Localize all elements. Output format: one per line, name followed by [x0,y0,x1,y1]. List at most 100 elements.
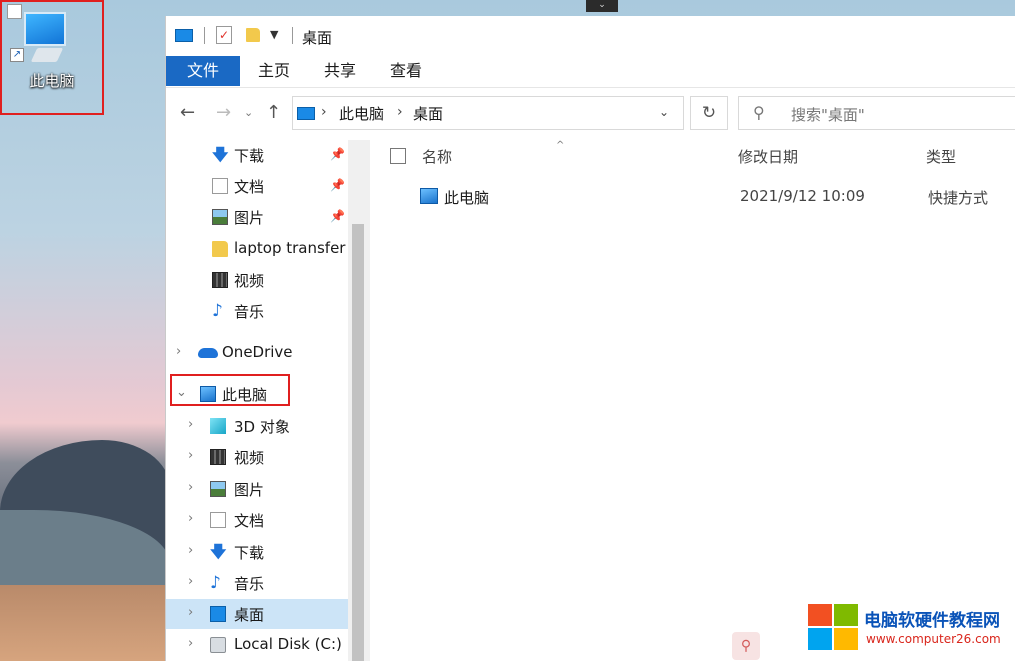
nav-item-videos[interactable]: 视频 [166,265,348,295]
nav-item-downloads-pc[interactable]: › 🡇 下载 [166,537,348,567]
back-arrow-icon[interactable]: ← [180,102,195,123]
nav-item-label: 音乐 [234,303,265,321]
music-icon: ♪ [212,301,223,321]
title-bar: ✓ ▼ 桌面 [166,16,1015,56]
pin-icon[interactable]: 📌 [330,209,345,223]
nav-item-3d-objects[interactable]: › 3D 对象 [166,411,348,441]
3d-objects-icon [210,418,226,434]
window-title: 桌面 [302,29,333,47]
tab-file[interactable]: 文件 [166,56,240,86]
column-header-type[interactable]: 类型 [926,146,956,167]
disk-icon [210,637,226,653]
nav-item-pictures-pc[interactable]: › 图片 [166,474,348,504]
column-header-name[interactable]: 名称 [422,146,452,167]
chevron-right-icon[interactable]: › [188,511,193,526]
address-input[interactable]: › 此电脑 › 桌面 ⌄ [292,96,684,130]
window-monitor-icon [175,29,193,42]
up-arrow-icon[interactable]: ↑ [266,102,281,123]
forward-arrow-icon[interactable]: → [216,102,231,123]
search-icon: ⚲ [753,103,765,122]
nav-item-onedrive[interactable]: › OneDrive [166,338,348,368]
nav-item-label: 下载 [234,147,265,165]
breadcrumb-desktop[interactable]: 桌面 [413,103,443,124]
refresh-button[interactable]: ↻ [690,96,728,130]
desktop-field [0,585,170,661]
recent-locations-chevron-icon[interactable]: ⌄ [244,106,253,119]
nav-item-music-pc[interactable]: › ♪ 音乐 [166,568,348,598]
tab-home[interactable]: 主页 [244,56,304,86]
watermark: 电脑软硬件教程网 www.computer26.com [808,600,1013,655]
sort-up-icon: ^ [556,140,565,151]
nav-item-laptop-transfer[interactable]: laptop transfer [166,234,348,264]
tab-view[interactable]: 查看 [376,56,436,86]
nav-scrollbar-thumb[interactable] [352,224,364,661]
nav-item-label: 文档 [234,178,265,196]
pictures-icon [210,481,226,497]
nav-item-videos-pc[interactable]: › 视频 [166,442,348,472]
chevron-down-icon[interactable]: ⌄ [586,0,618,12]
nav-item-music[interactable]: ♪ 音乐 [166,296,348,326]
chevron-right-icon[interactable]: › [188,543,193,558]
search-input[interactable]: ⚲ 搜索"桌面" [738,96,1015,130]
tab-share[interactable]: 共享 [310,56,370,86]
table-row[interactable]: 此电脑 2021/9/12 10:09 快捷方式 [410,182,1015,212]
chevron-right-icon[interactable]: › [188,605,193,620]
select-all-checkbox[interactable] [390,148,406,164]
watermark-url: www.computer26.com [866,632,1001,646]
nav-item-label: OneDrive [222,343,293,361]
chevron-right-icon[interactable]: › [176,344,181,359]
nav-item-local-disk[interactable]: › Local Disk (C:) [166,630,348,660]
search-placeholder: 搜索"桌面" [791,106,865,124]
desktop-this-pc-shortcut[interactable]: ↗ 此电脑 [0,0,104,115]
selection-checkbox[interactable] [7,4,22,19]
nav-item-label: 视频 [234,272,265,290]
video-icon [212,272,228,288]
nav-item-downloads[interactable]: 🡇 下载 📌 [166,140,348,170]
chevron-right-icon[interactable]: › [188,448,193,463]
onedrive-cloud-icon [198,348,218,358]
nav-item-desktop[interactable]: › 桌面 [166,599,348,629]
file-list: ^ 名称 修改日期 类型 此电脑 2021/9/12 10:09 快捷方式 [370,140,1015,661]
shortcut-arrow-icon: ↗ [10,48,24,62]
breadcrumb-this-pc[interactable]: 此电脑 [339,103,384,124]
chevron-right-icon[interactable]: › [188,417,193,432]
desktop-icon-label: 此电脑 [29,72,75,90]
chevron-right-icon[interactable]: › [397,104,403,120]
nav-item-label: Local Disk (C:) [234,635,342,653]
this-pc-shortcut-icon [420,188,438,204]
nav-item-label: laptop transfer [234,239,346,257]
nav-item-label: 视频 [234,449,265,467]
document-icon [210,512,226,528]
column-header-date[interactable]: 修改日期 [738,146,798,167]
address-monitor-icon [297,107,315,120]
new-folder-icon[interactable] [246,28,260,42]
nav-item-label: 下载 [234,544,265,562]
pin-icon[interactable]: 📌 [330,147,345,161]
nav-item-label: 3D 对象 [234,418,290,436]
chevron-right-icon[interactable]: › [321,104,327,120]
folder-icon [212,241,228,257]
properties-icon[interactable]: ✓ [216,26,232,44]
file-explorer-window: ✓ ▼ 桌面 文件 主页 共享 查看 ← → ⌄ ↑ › 此电脑 › 桌面 ⌄ … [165,16,1015,661]
quick-access-dropdown-icon[interactable]: ▼ [270,28,278,41]
nav-item-documents[interactable]: 文档 📌 [166,171,348,201]
red-highlight-annotation [170,374,290,406]
windows-logo-icon [808,604,860,652]
search-float-icon[interactable]: ⚲ [732,632,760,660]
pin-icon[interactable]: 📌 [330,178,345,192]
address-dropdown-icon[interactable]: ⌄ [659,105,669,119]
chevron-right-icon[interactable]: › [188,636,193,651]
pictures-icon [212,209,228,225]
nav-item-documents-pc[interactable]: › 文档 [166,505,348,535]
nav-item-label: 文档 [234,512,265,530]
download-icon: 🡇 [212,145,229,164]
chevron-right-icon[interactable]: › [188,480,193,495]
address-bar: ← → ⌄ ↑ › 此电脑 › 桌面 ⌄ ↻ ⚲ 搜索"桌面" [166,92,1015,134]
download-icon: 🡇 [210,542,227,561]
nav-item-pictures[interactable]: 图片 📌 [166,202,348,232]
title-separator [292,27,293,44]
file-date: 2021/9/12 10:09 [740,187,865,205]
navigation-pane: 🡇 下载 📌 文档 📌 图片 📌 laptop transfer 视频 ♪ 音乐 [166,140,370,661]
music-icon: ♪ [210,573,221,593]
chevron-right-icon[interactable]: › [188,574,193,589]
